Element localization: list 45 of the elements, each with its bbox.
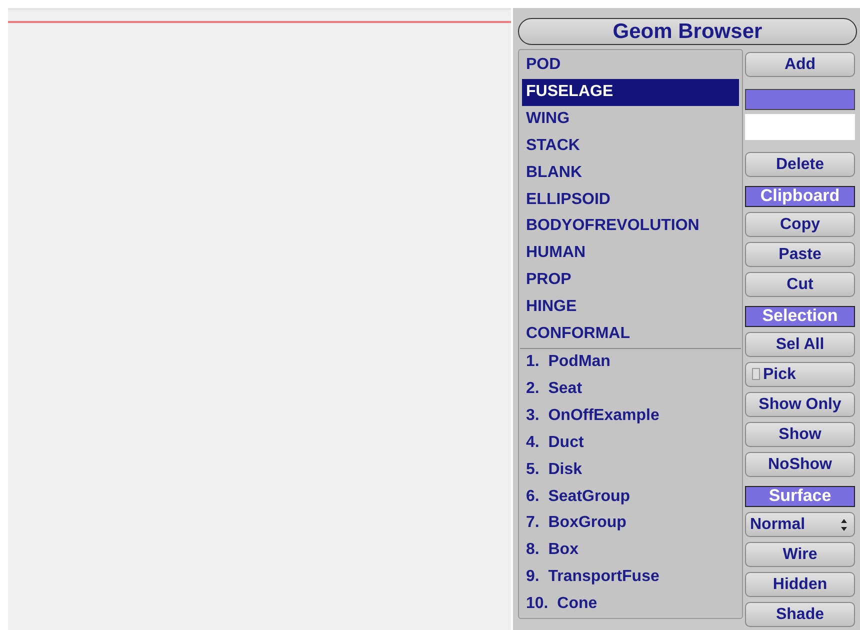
geom-type-item[interactable]: BODYOFREVOLUTION: [519, 213, 742, 240]
geom-item[interactable]: 4. Duct: [519, 430, 742, 457]
panel-button[interactable]: Shade: [745, 602, 855, 627]
input-field[interactable]: [745, 114, 855, 140]
panel-button[interactable]: Show Only: [745, 392, 855, 417]
geom-type-item[interactable]: POD: [519, 52, 742, 79]
checkbox-label: Pick: [763, 366, 796, 382]
spinner-icon: [840, 518, 848, 532]
panel-button[interactable]: Add: [745, 52, 855, 77]
geom-type-item[interactable]: ELLIPSOID: [519, 186, 742, 214]
geom-item[interactable]: 8. Box: [519, 537, 742, 564]
pick-toggle[interactable]: Pick: [745, 362, 855, 387]
panel-button[interactable]: Copy: [745, 212, 855, 237]
panel-button[interactable]: Sel All: [745, 332, 855, 357]
panel-button[interactable]: Hidden: [745, 572, 855, 597]
panel-button[interactable]: Delete: [745, 152, 855, 177]
geom-item[interactable]: 2. Seat: [519, 376, 742, 403]
geom-item[interactable]: 5. Disk: [519, 456, 742, 484]
surface-select[interactable]: Normal: [745, 512, 855, 537]
section-header: Selection: [745, 306, 855, 327]
select-value: Normal: [750, 514, 806, 534]
geom-type-item[interactable]: STACK: [519, 132, 742, 160]
geom-type-item[interactable]: HINGE: [519, 294, 742, 322]
geom-type-item[interactable]: BLANK: [519, 160, 742, 187]
panel-button[interactable]: Wire: [745, 542, 855, 567]
geom-type-item[interactable]: HUMAN: [519, 240, 742, 268]
section-header: Surface: [745, 486, 855, 507]
geom-type-item[interactable]: PROP: [519, 267, 742, 294]
panel-button[interactable]: Paste: [745, 242, 855, 267]
checkbox[interactable]: [752, 368, 760, 380]
panel-button[interactable]: Cut: [745, 272, 855, 297]
geom-item[interactable]: 9. TransportFuse: [519, 564, 742, 592]
geom-list[interactable]: POD FUSELAGE WING STACK BLANK ELLIPSOID BODYOFREVOLUTION HUMAN PROP HINGE CONFORMAL 1. PodMan 2. Seat 3. OnOffExample 4. Duct 5. Disk 6. SeatGroup 7. BoxGroup 8. Box 9. TransportFuse 10. Cone: [518, 49, 743, 619]
panel-button[interactable]: Show: [745, 422, 855, 447]
geom-type-item[interactable]: FUSELAGE: [522, 78, 739, 106]
geom-type-item[interactable]: WING: [519, 106, 742, 133]
section-header: Clipboard: [745, 186, 855, 207]
geom-item[interactable]: 6. SeatGroup: [519, 484, 742, 510]
panel-button[interactable]: NoShow: [745, 452, 855, 477]
geom-item[interactable]: 1. PodMan: [519, 348, 742, 376]
geom-item[interactable]: 3. OnOffExample: [519, 402, 742, 430]
panel-title: Geom Browser: [518, 18, 857, 45]
geom-type-item[interactable]: CONFORMAL: [519, 321, 742, 348]
geom-item[interactable]: 7. BoxGroup: [519, 510, 742, 538]
geom-item[interactable]: 10. Cone: [519, 591, 742, 618]
